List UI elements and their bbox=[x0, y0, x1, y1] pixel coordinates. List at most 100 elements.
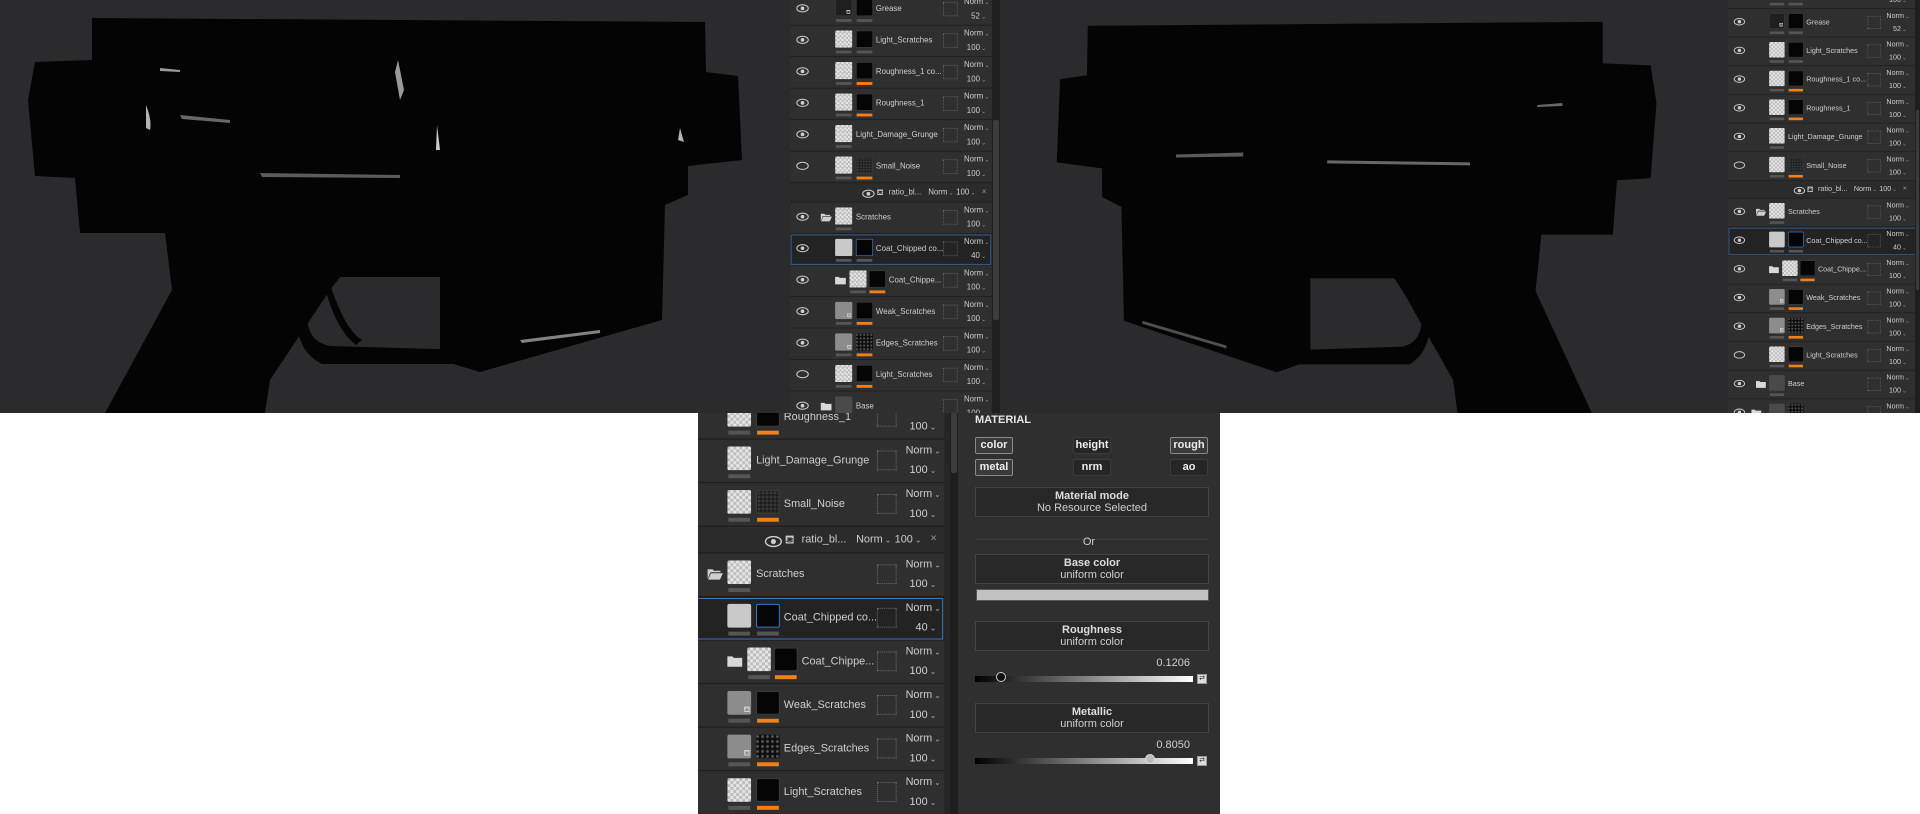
layer-thumbnail[interactable] bbox=[835, 93, 853, 111]
mask-slot[interactable] bbox=[1867, 377, 1881, 391]
layer-thumbnail[interactable] bbox=[849, 270, 867, 288]
layer-row[interactable]: Roughness_1Norm⌄100⌄ bbox=[790, 88, 992, 121]
blend-mode-dropdown[interactable]: Norm⌄ bbox=[964, 0, 989, 6]
layer-thumbnail[interactable] bbox=[1769, 403, 1785, 413]
opacity-dropdown[interactable]: 100⌄ bbox=[1887, 82, 1907, 90]
blend-mode-dropdown[interactable]: Norm⌄ bbox=[964, 332, 989, 341]
eye-icon[interactable] bbox=[862, 189, 875, 198]
layer-row[interactable]: Coat_Chippe...Norm⌄100⌄ bbox=[1728, 255, 1915, 285]
layer-thumbnail[interactable] bbox=[1769, 231, 1785, 248]
blend-mode-dropdown[interactable]: Norm⌄ bbox=[964, 29, 989, 38]
mask-slot[interactable] bbox=[1867, 159, 1881, 173]
layer-thumbnail[interactable] bbox=[747, 647, 771, 672]
eye-icon[interactable] bbox=[1733, 408, 1746, 413]
layer-mask-thumbnail[interactable] bbox=[1787, 156, 1804, 173]
opacity-dropdown[interactable]: 100⌄ bbox=[965, 169, 986, 178]
mask-slot[interactable] bbox=[1867, 44, 1881, 58]
blend-mode-dropdown[interactable]: Norm⌄ bbox=[856, 534, 891, 546]
blend-mode-dropdown[interactable]: Norm⌄ bbox=[964, 269, 989, 278]
layer-effect-row[interactable]: ⛾ratio_bl...Norm⌄100⌄× bbox=[698, 526, 945, 554]
eye-icon[interactable] bbox=[1733, 379, 1746, 388]
layer-mask-thumbnail[interactable] bbox=[855, 156, 874, 174]
opacity-dropdown[interactable]: 100⌄ bbox=[1887, 358, 1907, 366]
eye-icon[interactable] bbox=[796, 212, 810, 221]
layer-row[interactable]: Small_NoiseNorm⌄100⌄ bbox=[790, 151, 992, 184]
layer-mask-thumbnail[interactable] bbox=[1787, 99, 1804, 115]
layer-mask-thumbnail[interactable] bbox=[1787, 289, 1804, 305]
layer-mask-thumbnail[interactable] bbox=[1787, 403, 1804, 413]
roughness-slider[interactable] bbox=[975, 672, 1193, 682]
layer-thumbnail[interactable] bbox=[1769, 375, 1785, 391]
layer-row[interactable]: ScratchesNorm⌄100⌄ bbox=[790, 202, 992, 234]
layer-effect-row[interactable]: ⛾ratio_bl...Norm⌄100⌄× bbox=[1728, 180, 1915, 199]
layer-mask-thumbnail[interactable] bbox=[756, 734, 780, 759]
layer-row[interactable]: Light_ScratchesNorm⌄100⌄ bbox=[698, 771, 945, 814]
layer-thumbnail[interactable]: ⛾ bbox=[727, 691, 752, 715]
folder-icon[interactable] bbox=[834, 275, 846, 285]
channel-nrm-button[interactable]: nrm bbox=[1073, 459, 1111, 476]
opacity-dropdown[interactable]: 100⌄ bbox=[895, 534, 922, 546]
mask-slot[interactable] bbox=[1867, 349, 1881, 363]
opacity-dropdown[interactable]: 100⌄ bbox=[965, 378, 986, 387]
mask-slot[interactable] bbox=[876, 738, 897, 759]
mask-slot[interactable] bbox=[876, 450, 897, 471]
layer-mask-thumbnail[interactable] bbox=[1787, 346, 1804, 363]
eye-icon[interactable] bbox=[1793, 186, 1806, 195]
mask-slot[interactable] bbox=[876, 413, 897, 427]
layer-row[interactable]: ⛾Edges_ScratchesNorm⌄100⌄ bbox=[1728, 313, 1915, 342]
layer-thumbnail[interactable] bbox=[835, 364, 853, 383]
layer-row[interactable]: Light_Damage_GrungeNorm⌄100⌄ bbox=[790, 120, 992, 152]
blend-mode-dropdown[interactable]: Norm⌄ bbox=[1886, 202, 1909, 210]
blend-mode-dropdown[interactable]: Norm⌄ bbox=[906, 645, 941, 657]
opacity-dropdown[interactable]: 52⌄ bbox=[965, 12, 986, 21]
layer-mask-thumbnail[interactable] bbox=[1787, 231, 1804, 248]
layer-row[interactable]: ⛾ Grease Norm⌄ 52⌄ bbox=[1728, 8, 1915, 38]
layer-row[interactable]: ⛾Weak_ScratchesNorm⌄100⌄ bbox=[1728, 284, 1915, 314]
layer-row[interactable]: Small_NoiseNorm⌄100⌄ bbox=[1728, 152, 1915, 181]
blend-mode-dropdown[interactable]: Norm⌄ bbox=[1886, 41, 1909, 49]
layer-row[interactable]: Light_ScratchesNorm⌄100⌄ bbox=[1728, 341, 1915, 371]
layer-mask-thumbnail[interactable] bbox=[773, 647, 798, 672]
mask-slot[interactable] bbox=[943, 399, 958, 413]
opacity-dropdown[interactable]: 100⌄ bbox=[1887, 54, 1907, 62]
layer-mask-thumbnail[interactable] bbox=[868, 270, 886, 288]
layer-effect-row[interactable]: ⛾ratio_bl...Norm⌄100⌄× bbox=[790, 183, 992, 203]
blend-mode-dropdown[interactable]: Norm⌄ bbox=[1886, 402, 1909, 410]
layer-thumbnail[interactable] bbox=[1769, 156, 1785, 173]
eye-icon[interactable] bbox=[796, 338, 810, 347]
layer-row[interactable]: Light_ScratchesNorm⌄100⌄ bbox=[790, 359, 992, 392]
eye-hidden-icon[interactable] bbox=[1733, 161, 1746, 169]
mask-slot[interactable] bbox=[943, 96, 958, 111]
base-color-selector[interactable]: Base color uniform color bbox=[975, 554, 1209, 584]
eye-icon[interactable] bbox=[1733, 236, 1746, 244]
layer-mask-thumbnail[interactable] bbox=[1787, 70, 1804, 87]
folder-open-icon[interactable] bbox=[707, 567, 724, 580]
opacity-dropdown[interactable]: 100⌄ bbox=[1887, 272, 1907, 280]
folder-icon[interactable] bbox=[726, 654, 743, 667]
mask-slot[interactable] bbox=[943, 336, 958, 351]
blend-mode-dropdown[interactable]: Norm⌄ bbox=[1886, 230, 1909, 238]
blend-mode-dropdown[interactable]: Norm⌄ bbox=[1886, 69, 1909, 77]
layer-mask-thumbnail[interactable] bbox=[855, 333, 874, 351]
layer-row[interactable]: Roughness_1Norm⌄100⌄ bbox=[1728, 94, 1915, 124]
opacity-dropdown[interactable]: 100⌄ bbox=[965, 106, 986, 115]
eye-icon[interactable] bbox=[796, 98, 810, 107]
remove-effect-button[interactable]: × bbox=[1903, 185, 1907, 193]
base-color-swatch[interactable] bbox=[976, 589, 1209, 601]
mask-slot[interactable] bbox=[876, 564, 897, 585]
eye-hidden-icon[interactable] bbox=[796, 161, 810, 170]
layer-thumbnail[interactable]: ⛾ bbox=[835, 0, 853, 17]
blend-mode-dropdown[interactable]: Norm⌄ bbox=[906, 776, 941, 788]
blend-mode-dropdown[interactable]: Norm⌄ bbox=[906, 558, 941, 570]
opacity-dropdown[interactable]: 40⌄ bbox=[965, 252, 986, 261]
opacity-dropdown[interactable]: 40⌄ bbox=[1887, 243, 1907, 251]
layers-scrollbar-right[interactable] bbox=[1915, 0, 1920, 413]
opacity-dropdown[interactable]: 52⌄ bbox=[1887, 25, 1907, 33]
remove-effect-button[interactable]: × bbox=[930, 533, 936, 545]
layer-row[interactable]: Roughness_1 co... Norm⌄ 100⌄ bbox=[790, 57, 992, 89]
opacity-dropdown[interactable]: 100⌄ bbox=[1887, 215, 1907, 223]
opacity-dropdown[interactable]: 100⌄ bbox=[965, 315, 986, 324]
mask-slot[interactable] bbox=[876, 607, 897, 628]
layer-thumbnail[interactable] bbox=[835, 125, 853, 143]
layer-mask-thumbnail[interactable] bbox=[756, 778, 780, 802]
